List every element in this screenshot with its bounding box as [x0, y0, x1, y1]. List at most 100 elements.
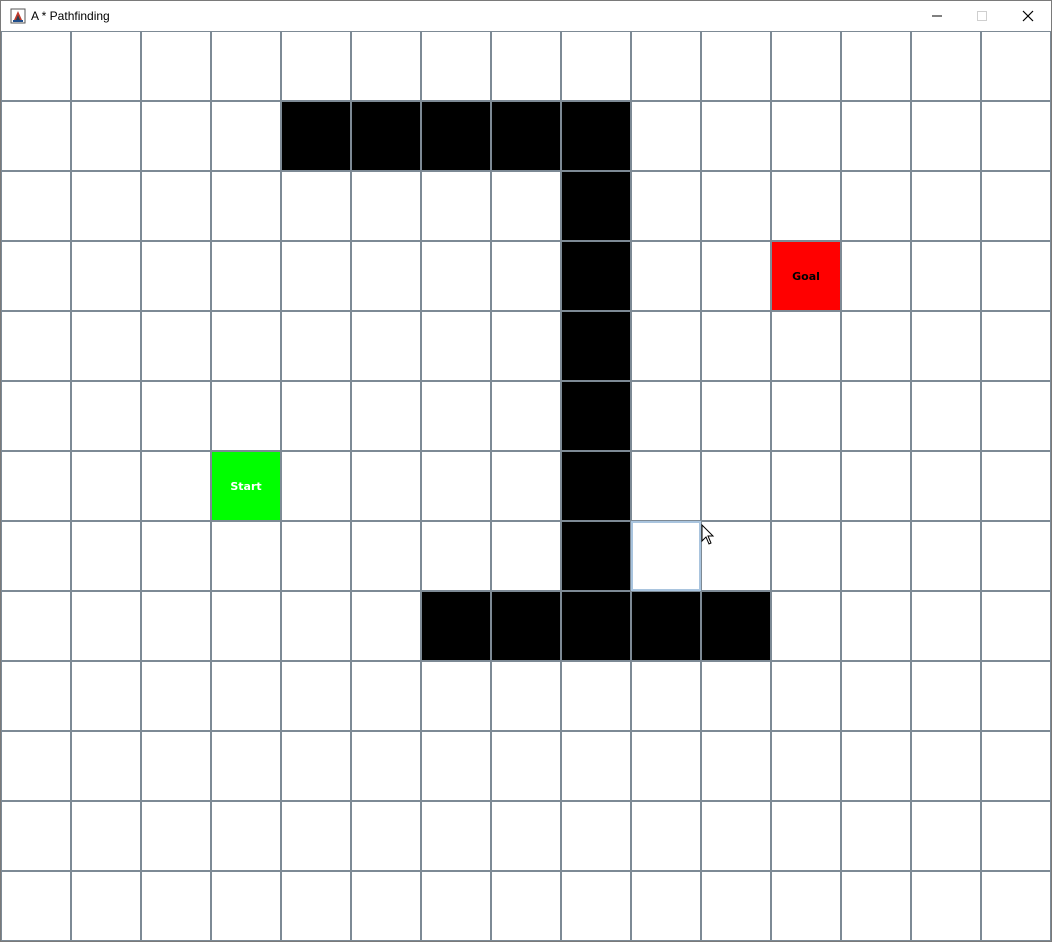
grid-cell[interactable]: [1, 451, 71, 521]
grid-cell[interactable]: [841, 241, 911, 311]
grid-cell[interactable]: [491, 451, 561, 521]
grid-cell[interactable]: [701, 871, 771, 941]
grid-cell[interactable]: [281, 521, 351, 591]
grid-cell[interactable]: [71, 381, 141, 451]
grid-cell[interactable]: [981, 381, 1051, 451]
grid-cell[interactable]: [281, 731, 351, 801]
grid-cell[interactable]: [911, 171, 981, 241]
close-button[interactable]: [1005, 1, 1051, 31]
grid-cell[interactable]: [141, 871, 211, 941]
grid-cell[interactable]: [421, 241, 491, 311]
wall-cell[interactable]: [491, 101, 561, 171]
grid-cell[interactable]: [701, 801, 771, 871]
grid-cell[interactable]: [211, 591, 281, 661]
grid-cell[interactable]: [491, 241, 561, 311]
start-cell[interactable]: Start: [211, 451, 281, 521]
grid-cell[interactable]: [631, 241, 701, 311]
grid-cell[interactable]: [981, 591, 1051, 661]
grid-cell[interactable]: [911, 451, 981, 521]
grid-cell[interactable]: [841, 731, 911, 801]
grid-cell[interactable]: [911, 871, 981, 941]
grid-cell[interactable]: [141, 451, 211, 521]
grid-cell[interactable]: [1, 241, 71, 311]
grid-cell[interactable]: [1, 591, 71, 661]
grid-cell[interactable]: [1, 381, 71, 451]
pathfinding-grid[interactable]: Goal Start: [1, 31, 1051, 941]
grid-cell[interactable]: [71, 171, 141, 241]
wall-cell[interactable]: [701, 591, 771, 661]
grid-cell[interactable]: [701, 731, 771, 801]
goal-cell[interactable]: Goal: [771, 241, 841, 311]
grid-cell[interactable]: [491, 31, 561, 101]
grid-cell[interactable]: [421, 661, 491, 731]
wall-cell[interactable]: [561, 381, 631, 451]
grid-cell[interactable]: [351, 451, 421, 521]
grid-cell[interactable]: [701, 311, 771, 381]
grid-cell[interactable]: [211, 801, 281, 871]
grid-cell[interactable]: [911, 591, 981, 661]
grid-cell[interactable]: [491, 731, 561, 801]
grid-cell[interactable]: [911, 311, 981, 381]
wall-cell[interactable]: [561, 521, 631, 591]
grid-cell[interactable]: [491, 311, 561, 381]
grid-cell[interactable]: [1, 171, 71, 241]
grid-cell[interactable]: [561, 801, 631, 871]
grid-cell[interactable]: [911, 381, 981, 451]
grid-cell[interactable]: [141, 381, 211, 451]
grid-cell[interactable]: [701, 661, 771, 731]
grid-cell[interactable]: [561, 31, 631, 101]
grid-cell[interactable]: [141, 801, 211, 871]
grid-cell[interactable]: [631, 451, 701, 521]
grid-cell[interactable]: [281, 661, 351, 731]
grid-cell[interactable]: [351, 661, 421, 731]
wall-cell[interactable]: [561, 241, 631, 311]
grid-cell[interactable]: [701, 241, 771, 311]
grid-cell[interactable]: [981, 101, 1051, 171]
grid-cell[interactable]: [841, 591, 911, 661]
wall-cell[interactable]: [351, 101, 421, 171]
grid-cell[interactable]: [841, 661, 911, 731]
grid-cell[interactable]: [911, 801, 981, 871]
grid-cell[interactable]: [351, 801, 421, 871]
grid-cell[interactable]: [631, 731, 701, 801]
grid-cell[interactable]: [771, 521, 841, 591]
grid-cell[interactable]: [351, 241, 421, 311]
grid-cell[interactable]: [771, 871, 841, 941]
grid-cell[interactable]: [281, 871, 351, 941]
grid-cell[interactable]: [351, 591, 421, 661]
grid-cell[interactable]: [421, 31, 491, 101]
wall-cell[interactable]: [491, 591, 561, 661]
grid-cell[interactable]: [631, 31, 701, 101]
grid-cell[interactable]: [841, 801, 911, 871]
grid-cell[interactable]: [1, 311, 71, 381]
wall-cell[interactable]: [421, 101, 491, 171]
grid-cell[interactable]: [351, 731, 421, 801]
grid-cell[interactable]: [981, 661, 1051, 731]
grid-cell[interactable]: [351, 311, 421, 381]
grid-cell[interactable]: [1, 801, 71, 871]
grid-cell[interactable]: [631, 801, 701, 871]
grid-cell[interactable]: [211, 311, 281, 381]
grid-cell[interactable]: [281, 451, 351, 521]
grid-cell[interactable]: [771, 731, 841, 801]
grid-cell[interactable]: [841, 871, 911, 941]
wall-cell[interactable]: [561, 101, 631, 171]
grid-cell[interactable]: [71, 311, 141, 381]
grid-cell[interactable]: [841, 451, 911, 521]
grid-cell[interactable]: [911, 241, 981, 311]
grid-cell[interactable]: [841, 171, 911, 241]
grid-cell[interactable]: [141, 31, 211, 101]
grid-cell[interactable]: [211, 731, 281, 801]
grid-cell[interactable]: [701, 451, 771, 521]
wall-cell[interactable]: [561, 171, 631, 241]
grid-cell[interactable]: [71, 521, 141, 591]
grid-cell[interactable]: [771, 31, 841, 101]
minimize-button[interactable]: [914, 1, 960, 31]
grid-cell[interactable]: [771, 311, 841, 381]
grid-cell[interactable]: [71, 451, 141, 521]
grid-cell[interactable]: [281, 381, 351, 451]
grid-cell[interactable]: [491, 521, 561, 591]
grid-cell[interactable]: [491, 801, 561, 871]
grid-cell[interactable]: [141, 591, 211, 661]
grid-cell[interactable]: [771, 381, 841, 451]
